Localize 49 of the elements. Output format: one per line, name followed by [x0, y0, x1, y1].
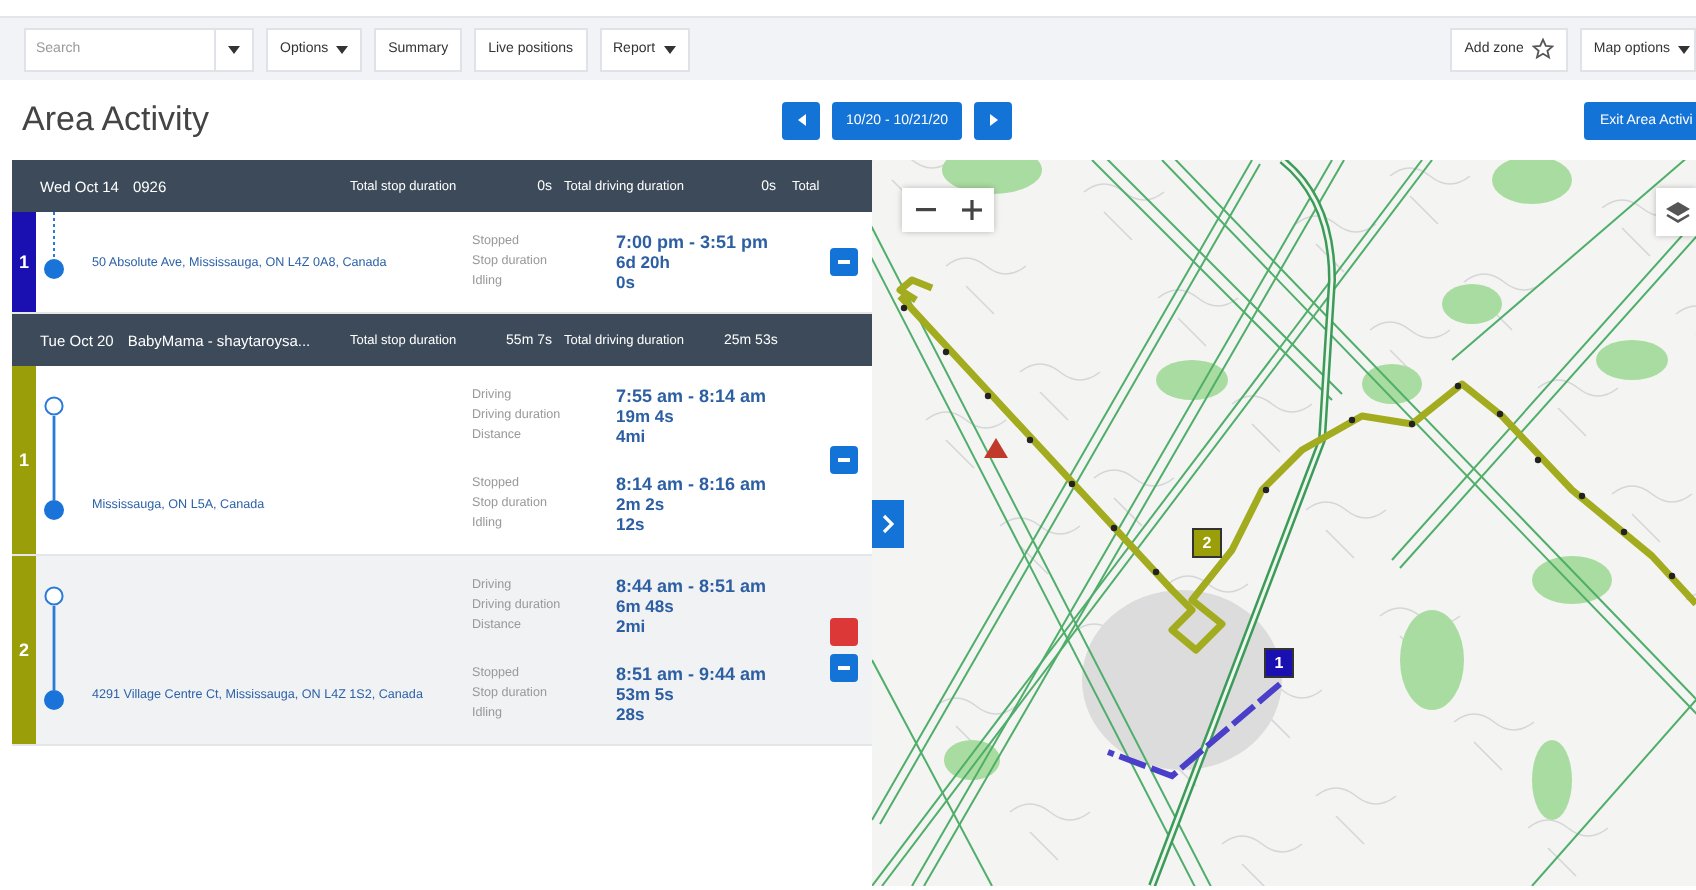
- warning-icon: [984, 438, 1008, 458]
- plus-icon: [961, 200, 981, 220]
- timeline-drawing: [40, 212, 68, 280]
- layers-button[interactable]: [1656, 188, 1696, 236]
- detail-value: 7:00 pm - 3:51 pm: [616, 232, 771, 252]
- detail-value: 19m 4s: [616, 406, 676, 426]
- map[interactable]: 2 1: [872, 160, 1696, 886]
- detail-value: 6m 48s: [616, 596, 676, 616]
- minus-icon: [838, 458, 850, 462]
- detail-value: 53m 5s: [616, 684, 676, 704]
- detail-value: 8:14 am - 8:16 am: [616, 474, 769, 494]
- detail-value: 2mi: [616, 616, 648, 636]
- caret-icon: [663, 45, 676, 53]
- collapse-button[interactable]: [830, 248, 858, 276]
- caret-icon: [336, 45, 349, 53]
- next-button[interactable]: [974, 101, 1012, 139]
- chevron-right-icon: [882, 514, 894, 534]
- timeline-drawing: [40, 396, 68, 524]
- detail-value: 2m 2s: [616, 494, 667, 514]
- map-marker[interactable]: 1: [1264, 648, 1294, 678]
- timeline-drawing: [40, 586, 68, 714]
- minus-icon: [838, 666, 850, 670]
- minus-icon: [915, 208, 935, 212]
- caret-icon: [228, 45, 240, 53]
- zoom-out-button[interactable]: [902, 188, 948, 232]
- detail-value: 12s: [616, 514, 647, 534]
- trip-number-bar: 1: [12, 366, 36, 554]
- caret-icon: [1678, 45, 1690, 53]
- detail-value: 4mi: [616, 426, 648, 446]
- detail-value: 7:55 am - 8:14 am: [616, 386, 769, 406]
- minus-icon: [838, 260, 850, 264]
- zoom-in-button[interactable]: [948, 188, 994, 232]
- detail-value: 8:44 am - 8:51 am: [616, 576, 769, 596]
- star-icon: [1531, 38, 1554, 60]
- collapse-button[interactable]: [830, 654, 858, 682]
- collapse-button[interactable]: [830, 446, 858, 474]
- previous-button[interactable]: [782, 101, 820, 139]
- trip-number-bar: 1: [12, 212, 36, 312]
- left-arrow-icon: [797, 114, 805, 126]
- detail-value: 8:51 am - 9:44 am: [616, 664, 769, 684]
- detail-value: 6d 20h: [616, 252, 672, 272]
- detail-value: 0s: [616, 272, 637, 292]
- expand-panel-button[interactable]: [872, 500, 904, 548]
- page-title: Area Activity: [22, 100, 212, 140]
- right-arrow-icon: [989, 114, 997, 126]
- layers-icon: [1664, 199, 1692, 225]
- trip-number-bar: 2: [12, 556, 36, 744]
- detail-value: 28s: [616, 704, 647, 724]
- dropdown-button[interactable]: [216, 27, 254, 71]
